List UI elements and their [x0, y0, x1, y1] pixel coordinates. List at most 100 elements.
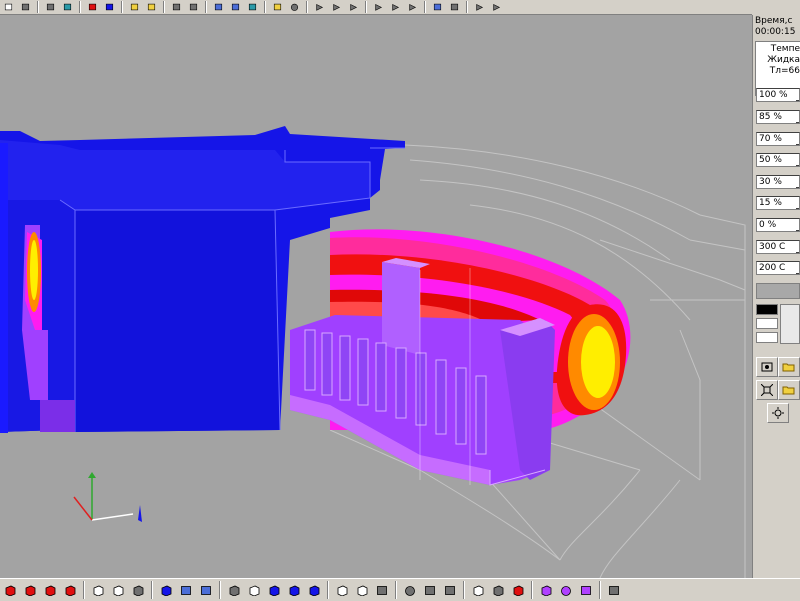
- snapshot-button[interactable]: [756, 357, 778, 377]
- settings-button[interactable]: [767, 403, 789, 423]
- legend-300c[interactable]: 300 С: [756, 240, 800, 254]
- top-toolbar: [0, 0, 752, 15]
- legend-30[interactable]: 30 %: [756, 175, 800, 189]
- open-icon: [21, 3, 30, 11]
- time-label: Время,с: [755, 16, 793, 26]
- save-folder-button[interactable]: [778, 380, 800, 400]
- box-outline-button[interactable]: [89, 581, 107, 599]
- new-icon: [4, 3, 13, 11]
- color-cube-button[interactable]: [537, 581, 555, 599]
- arrow-up-button[interactable]: [388, 1, 403, 13]
- folder-open-button[interactable]: [127, 1, 142, 13]
- camera-button[interactable]: [287, 1, 302, 13]
- cube-blue-button[interactable]: [305, 581, 323, 599]
- swatch-white[interactable]: [756, 318, 778, 329]
- pan-button[interactable]: [421, 581, 439, 599]
- toolbar-separator: [219, 581, 221, 599]
- image-button[interactable]: [60, 1, 75, 13]
- toolbar-separator: [463, 581, 465, 599]
- red-box-button[interactable]: [21, 581, 39, 599]
- more-icon: [493, 3, 501, 11]
- cube-white-button[interactable]: [469, 581, 487, 599]
- align-bottom-button[interactable]: [329, 1, 344, 13]
- red-box-button[interactable]: [1, 581, 19, 599]
- axis-gizmo: [73, 472, 142, 522]
- chart-button[interactable]: [228, 1, 243, 13]
- red-part-button[interactable]: [85, 1, 100, 13]
- color-sphere-button[interactable]: [557, 581, 575, 599]
- legend-85[interactable]: 85 %: [756, 110, 800, 124]
- table-button[interactable]: [211, 1, 226, 13]
- zoom-button[interactable]: [441, 581, 459, 599]
- box-grey-button[interactable]: [129, 581, 147, 599]
- toolbar-separator: [365, 1, 367, 13]
- 3d-viewport[interactable]: [0, 15, 752, 578]
- legend-200c[interactable]: 200 С: [756, 261, 800, 275]
- info-line-1: Темпе: [770, 44, 800, 54]
- cube-red-button[interactable]: [509, 581, 527, 599]
- color-preview[interactable]: [780, 304, 800, 344]
- red-box-icon: [45, 585, 56, 596]
- arrow-split-button[interactable]: [405, 1, 420, 13]
- box-blue-button[interactable]: [157, 581, 175, 599]
- arrow-down-button[interactable]: [371, 1, 386, 13]
- cube-outline-button[interactable]: [353, 581, 371, 599]
- folder-save-button[interactable]: [144, 1, 159, 13]
- cube-white-icon: [473, 585, 484, 596]
- box-outline-button[interactable]: [109, 581, 127, 599]
- toolbar-separator: [466, 1, 468, 13]
- red-box-button[interactable]: [61, 581, 79, 599]
- cube-outline-button[interactable]: [333, 581, 351, 599]
- red-box-icon: [65, 585, 76, 596]
- swatch-white-2[interactable]: [756, 332, 778, 343]
- grid-icon: [433, 3, 442, 11]
- grid-fine-button[interactable]: [177, 581, 195, 599]
- blue-part-icon: [105, 3, 114, 11]
- window-button[interactable]: [186, 1, 201, 13]
- legend-0[interactable]: 0 %: [756, 218, 800, 232]
- align-bottom-icon: [333, 3, 341, 11]
- graph-button[interactable]: [43, 1, 58, 13]
- time-value: 00:00:15: [755, 27, 796, 37]
- cylinder-button[interactable]: [373, 581, 391, 599]
- cube-button[interactable]: [225, 581, 243, 599]
- red-box-icon: [25, 585, 36, 596]
- swatch-black[interactable]: [756, 304, 778, 315]
- grid-button[interactable]: [430, 1, 445, 13]
- new-button[interactable]: [1, 1, 16, 13]
- help-icon: [273, 3, 282, 11]
- toolbar-separator: [83, 581, 85, 599]
- red-box-button[interactable]: [41, 581, 59, 599]
- mold-scene[interactable]: [0, 15, 752, 578]
- blue-part-button[interactable]: [102, 1, 117, 13]
- fit-button[interactable]: [756, 380, 778, 400]
- color-pyramid-button[interactable]: [577, 581, 595, 599]
- align-center-button[interactable]: [346, 1, 361, 13]
- camera-icon: [290, 3, 299, 11]
- cube-cross-button[interactable]: [489, 581, 507, 599]
- frame-button[interactable]: [169, 1, 184, 13]
- legend-100[interactable]: 100 %: [756, 88, 800, 102]
- color-cube-icon: [541, 585, 552, 596]
- cube-blue-button[interactable]: [265, 581, 283, 599]
- dots-button[interactable]: [447, 1, 462, 13]
- color-bar: [756, 283, 800, 299]
- rotate-button[interactable]: [401, 581, 419, 599]
- open-folder-button[interactable]: [778, 357, 800, 377]
- cube-blue-button[interactable]: [285, 581, 303, 599]
- toolbar-separator: [37, 1, 39, 13]
- open-button[interactable]: [18, 1, 33, 13]
- legend-70[interactable]: 70 %: [756, 132, 800, 146]
- box-white-button[interactable]: [245, 581, 263, 599]
- help-button[interactable]: [270, 1, 285, 13]
- red-box-icon: [5, 585, 16, 596]
- more-button[interactable]: [489, 1, 504, 13]
- legend-50[interactable]: 50 %: [756, 153, 800, 167]
- legend-15[interactable]: 15 %: [756, 196, 800, 210]
- monitor-button[interactable]: [245, 1, 260, 13]
- cube-cross-icon: [493, 585, 504, 596]
- grid-coarse-button[interactable]: [197, 581, 215, 599]
- play-button[interactable]: [472, 1, 487, 13]
- fit-view-button[interactable]: [605, 581, 623, 599]
- align-top-button[interactable]: [312, 1, 327, 13]
